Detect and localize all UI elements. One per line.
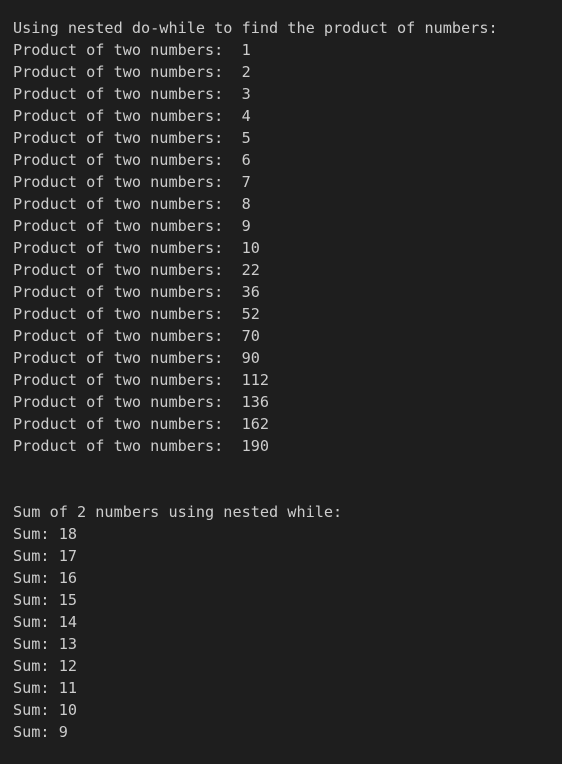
product-line: Product of two numbers: 1 bbox=[13, 41, 251, 59]
sum-line: Sum: 9 bbox=[13, 723, 68, 741]
sum-line: Sum: 16 bbox=[13, 569, 78, 587]
product-section-header: Using nested do-while to find the produc… bbox=[13, 19, 498, 37]
product-line: Product of two numbers: 8 bbox=[13, 195, 251, 213]
product-line: Product of two numbers: 90 bbox=[13, 349, 260, 367]
sum-line: Sum: 17 bbox=[13, 547, 78, 565]
product-line: Product of two numbers: 4 bbox=[13, 107, 251, 125]
product-line: Product of two numbers: 9 bbox=[13, 217, 251, 235]
product-line: Product of two numbers: 3 bbox=[13, 85, 251, 103]
product-line: Product of two numbers: 52 bbox=[13, 305, 260, 323]
sum-line: Sum: 15 bbox=[13, 591, 78, 609]
sum-line: Sum: 12 bbox=[13, 657, 78, 675]
product-line: Product of two numbers: 5 bbox=[13, 129, 251, 147]
product-line: Product of two numbers: 136 bbox=[13, 393, 270, 411]
sum-line: Sum: 18 bbox=[13, 525, 78, 543]
product-line: Product of two numbers: 6 bbox=[13, 151, 251, 169]
sum-line: Sum: 14 bbox=[13, 613, 78, 631]
sum-line: Sum: 11 bbox=[13, 679, 78, 697]
product-line: Product of two numbers: 10 bbox=[13, 239, 260, 257]
terminal-output: Using nested do-while to find the produc… bbox=[0, 0, 562, 764]
sum-line: Sum: 10 bbox=[13, 701, 78, 719]
product-line: Product of two numbers: 22 bbox=[13, 261, 260, 279]
product-line: Product of two numbers: 162 bbox=[13, 415, 270, 433]
product-line: Product of two numbers: 7 bbox=[13, 173, 251, 191]
product-line: Product of two numbers: 36 bbox=[13, 283, 260, 301]
product-line: Product of two numbers: 2 bbox=[13, 63, 251, 81]
product-line: Product of two numbers: 112 bbox=[13, 371, 270, 389]
sum-line: Sum: 13 bbox=[13, 635, 78, 653]
product-line: Product of two numbers: 190 bbox=[13, 437, 270, 455]
sum-section-header: Sum of 2 numbers using nested while: bbox=[13, 503, 343, 521]
product-line: Product of two numbers: 70 bbox=[13, 327, 260, 345]
